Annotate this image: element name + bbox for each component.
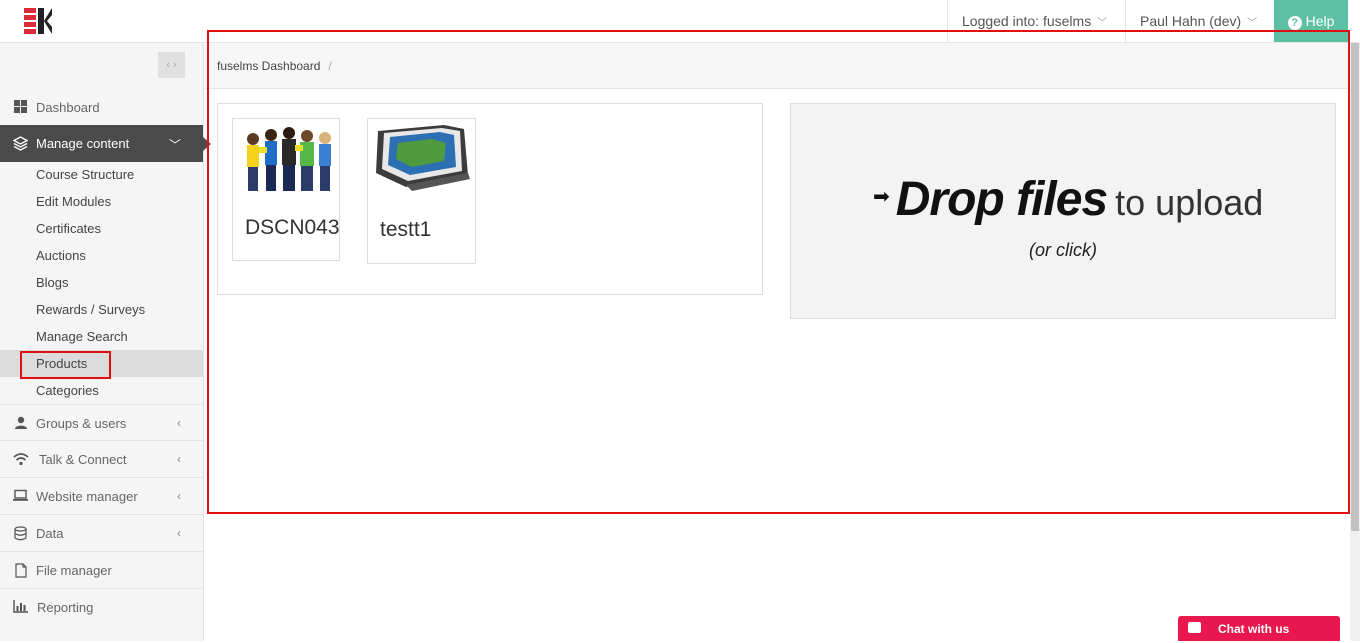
user-name: Paul Hahn (dev) [1140, 13, 1242, 29]
subnav-label: Edit Modules [36, 194, 112, 209]
subnav-label: Products [36, 356, 88, 371]
sidebar-item-label: Groups & users [36, 416, 127, 431]
sidebar-item-label: Dashboard [36, 100, 100, 115]
sidebar-item-label: Data [36, 526, 64, 541]
dropzone-light: to upload [1115, 182, 1264, 223]
sidebar-item-website-manager[interactable]: Website manager ‹ [0, 478, 203, 515]
help-icon: ? [1287, 16, 1302, 30]
scrollbar-thumb[interactable] [1351, 43, 1359, 531]
chevron-left-icon: ‹ [177, 526, 181, 540]
file-icon [13, 563, 28, 578]
breadcrumb-current[interactable]: fuselms Dashboard [217, 59, 320, 73]
top-bar: Logged into: fuselms ﹀ Paul Hahn (dev) ﹀ ?… [0, 0, 1360, 43]
chat-bubble-icon [1188, 622, 1201, 633]
subnav-label: Auctions [36, 248, 86, 263]
subnav-label: Manage Search [36, 329, 128, 344]
product-image [372, 123, 472, 193]
layers-icon [12, 136, 29, 151]
chevron-left-icon: ‹ [177, 416, 181, 430]
dropzone-subtitle: (or click) [1029, 240, 1097, 260]
subnav-categories[interactable]: Categories [0, 377, 203, 404]
bar-chart-icon [13, 600, 28, 615]
subnav-certificates[interactable]: Certificates [0, 215, 203, 242]
subnav-products[interactable]: Products [0, 350, 203, 377]
subnav-label: Rewards / Surveys [36, 302, 146, 317]
subnav-course-structure[interactable]: Course Structure [0, 161, 203, 188]
product-tile-label: DSCN043 [245, 216, 340, 239]
help-label: Help [1305, 13, 1335, 29]
dashboard-icon [13, 100, 28, 115]
user-icon [13, 416, 28, 431]
subnav-manage-search[interactable]: Manage Search [0, 323, 203, 350]
product-tile[interactable]: DSCN043 [232, 118, 340, 261]
chat-label: Chat with us [1218, 622, 1290, 636]
page-scrollbar[interactable] [1350, 43, 1360, 641]
file-dropzone[interactable]: ➡ Drop files to upload (or click) [790, 103, 1336, 319]
subnav-label: Course Structure [36, 167, 135, 182]
brand-logo[interactable] [22, 6, 54, 36]
product-tile-label: testt1 [380, 218, 432, 241]
chevron-down-icon: ﹀ [168, 138, 181, 152]
arrow-right-icon: ➡ [873, 186, 890, 208]
sidebar-item-label: Website manager [36, 489, 138, 504]
account-label: Logged into: fuselms [962, 13, 1092, 29]
sidebar-item-talk-connect[interactable]: Talk & Connect ‹ [0, 441, 203, 478]
sidebar-item-groups-users[interactable]: Groups & users ‹ [0, 404, 203, 441]
chevron-down-icon: ﹀ [1097, 18, 1108, 29]
user-dropdown[interactable]: Paul Hahn (dev) ﹀ [1125, 0, 1274, 42]
products-panel: DSCN043 testt1 [217, 103, 763, 295]
database-icon [13, 526, 28, 541]
subnav-rewards-surveys[interactable]: Rewards / Surveys [0, 296, 203, 323]
subnav-label: Categories [36, 383, 99, 398]
subnav-blogs[interactable]: Blogs [0, 269, 203, 296]
subnav-label: Blogs [36, 275, 69, 290]
sidebar-item-label: Talk & Connect [39, 452, 127, 467]
sidebar-item-reporting[interactable]: Reporting [0, 589, 203, 626]
chevron-down-icon: ﹀ [1247, 18, 1258, 29]
dropzone-bold: Drop files [895, 173, 1108, 226]
sidebar-item-label: File manager [36, 563, 112, 578]
dropzone-title: ➡ Drop files to upload [873, 172, 1263, 227]
subnav-edit-modules[interactable]: Edit Modules [0, 188, 203, 215]
sidebar-item-label: Reporting [37, 600, 94, 615]
sidebar-item-dashboard[interactable]: Dashboard [0, 89, 203, 126]
breadcrumb-bar: fuselms Dashboard / [205, 43, 1348, 89]
account-dropdown[interactable]: Logged into: fuselms ﹀ [947, 0, 1121, 42]
wifi-icon [13, 452, 29, 467]
sidebar-item-manage-content[interactable]: Manage content ﹀ [0, 125, 211, 162]
subnav-label: Certificates [36, 221, 102, 236]
sidebar-item-label: Manage content [36, 136, 130, 151]
product-tile[interactable]: testt1 [367, 118, 476, 264]
sidebar-item-file-manager[interactable]: File manager [0, 552, 203, 589]
chevron-left-icon: ‹ [177, 452, 181, 466]
sidebar: ‹ › Dashboard Manage content ﹀ Course St… [0, 43, 211, 641]
breadcrumb-separator: / [328, 59, 332, 73]
sidebar-collapse-button[interactable]: ‹ › [158, 52, 185, 78]
chevron-left-icon: ‹ [177, 489, 181, 503]
laptop-icon [13, 489, 28, 504]
product-image [237, 123, 337, 193]
chat-button[interactable]: Chat with us [1178, 616, 1340, 641]
breadcrumb: fuselms Dashboard / [217, 59, 332, 73]
subnav-auctions[interactable]: Auctions [0, 242, 203, 269]
help-button[interactable]: ? Help [1274, 0, 1348, 42]
sidebar-item-data[interactable]: Data ‹ [0, 515, 203, 552]
